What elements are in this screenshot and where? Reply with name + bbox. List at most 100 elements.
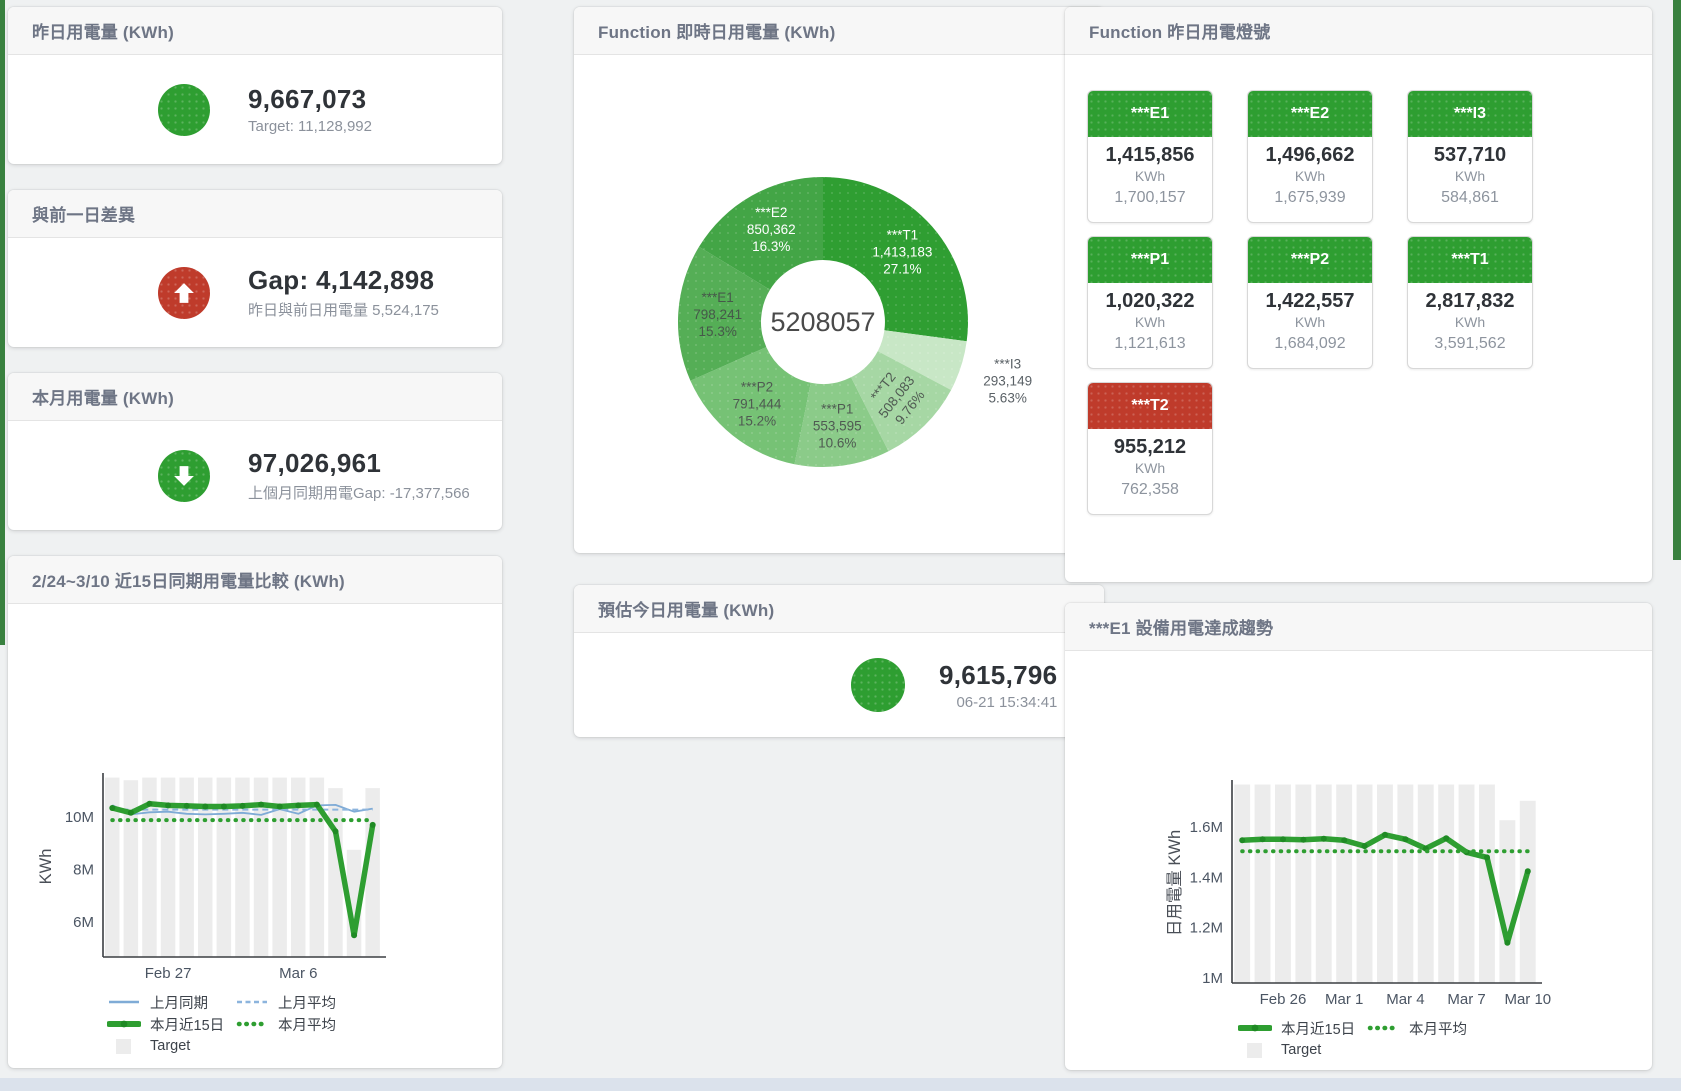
series-marker (1484, 854, 1490, 860)
target-bar (1255, 785, 1271, 984)
light-card-target: 762,358 (1088, 478, 1212, 501)
series-marker (1280, 836, 1286, 842)
kpi-row: Gap: 4,142,898 昨日與前日用電量 5,524,175 (8, 238, 502, 347)
kpi-value: 9,615,796 (939, 660, 1057, 691)
legend-label: Target (1281, 1042, 1321, 1058)
target-bar (1418, 785, 1434, 984)
donut-svg[interactable]: ***T11,413,18327.1%***I3293,1495.63%***T… (574, 55, 1104, 553)
legend-item[interactable]: 本月平均 (1366, 1018, 1494, 1039)
card-header: 昨日用電量 (KWh) (8, 7, 502, 55)
target-bar (1377, 785, 1393, 984)
card-title: 與前一日差異 (32, 201, 135, 226)
card-title: Function 昨日用電燈號 (1089, 18, 1270, 43)
legend-label: Target (150, 1038, 190, 1054)
y-tick-label: 10M (65, 809, 94, 826)
light-card-target: 1,675,939 (1248, 186, 1372, 209)
card-day-gap: 與前一日差異 Gap: 4,142,898 昨日與前日用電量 5,524,175 (8, 190, 502, 347)
light-card-name: ***T1 (1408, 237, 1532, 283)
x-tick-label: Mar 1 (1325, 991, 1363, 1008)
series-marker (184, 803, 190, 809)
y-tick-label: 1.4M (1190, 870, 1223, 887)
legend-label: 本月近15日 (150, 1014, 224, 1035)
light-card-p2: ***P2 1,422,557 KWh 1,684,092 (1247, 236, 1373, 369)
chart-svg[interactable]: 6M8M10MFeb 27Mar 6KWh (8, 770, 502, 991)
series-marker (370, 822, 376, 828)
legend-item[interactable]: 本月近15日 (107, 1014, 235, 1035)
series-marker (109, 805, 115, 811)
series-marker (165, 802, 171, 808)
light-card-unit: KWh (1088, 167, 1212, 186)
y-tick-label: 1.2M (1190, 920, 1223, 937)
light-card-name: ***I3 (1408, 91, 1532, 137)
card-e1-trend: ***E1 設備用電達成趨勢 1M1.2M1.4M1.6MFeb 26Mar 1… (1065, 603, 1652, 1070)
e1-trend-chart[interactable]: 1M1.2M1.4M1.6MFeb 26Mar 1Mar 4Mar 7Mar 1… (1065, 777, 1652, 1061)
card-header: Function 即時日用電量 (KWh) (574, 7, 1104, 55)
target-bar (105, 778, 120, 957)
legend-label: 上月平均 (278, 992, 336, 1013)
series-marker (314, 802, 320, 808)
series-marker (202, 804, 208, 810)
series-marker (128, 810, 134, 816)
y-tick-label: 6M (73, 914, 94, 931)
light-card-target: 3,591,562 (1408, 332, 1532, 355)
donut-center-value: 5208057 (770, 307, 875, 337)
x-tick-label: Mar 6 (279, 965, 317, 982)
light-card-target: 1,121,613 (1088, 332, 1212, 355)
card-header: 與前一日差異 (8, 190, 502, 238)
arrow-down-icon (158, 450, 210, 502)
bottom-strip (0, 1078, 1681, 1091)
legend-item[interactable]: Target (107, 1038, 235, 1054)
light-card-e1: ***E1 1,415,856 KWh 1,700,157 (1087, 90, 1213, 223)
target-bar (1275, 785, 1291, 984)
chart-svg[interactable]: 1M1.2M1.4M1.6MFeb 26Mar 1Mar 4Mar 7Mar 1… (1065, 777, 1652, 1017)
legend-item[interactable]: 本月平均 (235, 1014, 363, 1035)
light-card-t1: ***T1 2,817,832 KWh 3,591,562 (1407, 236, 1533, 369)
kpi-value: 97,026,961 (248, 448, 470, 479)
chart-legend: 本月近15日本月平均 Target (1065, 1017, 1652, 1061)
light-card-unit: KWh (1248, 313, 1372, 332)
card-header: Function 昨日用電燈號 (1065, 7, 1652, 55)
target-bar (1295, 785, 1311, 984)
kpi-subtitle: 上個月同期用電Gap: -17,377,566 (248, 482, 470, 503)
light-card-value: 1,496,662 (1248, 144, 1372, 167)
light-card-e2: ***E2 1,496,662 KWh 1,675,939 (1247, 90, 1373, 223)
card-title: 2/24~3/10 近15日同期用電量比較 (KWh) (32, 567, 345, 592)
compare-usage-chart[interactable]: 6M8M10MFeb 27Mar 6KWh上月同期 上月平均本月近15日本月平均 T… (8, 770, 502, 1057)
legend-label: 本月近15日 (1281, 1018, 1355, 1039)
card-header: 本月用電量 (KWh) (8, 373, 502, 421)
light-card-target: 1,700,157 (1088, 186, 1212, 209)
panel-status-lights: Function 昨日用電燈號 ***E1 1,415,856 KWh 1,70… (1065, 7, 1652, 582)
x-tick-label: Mar 4 (1386, 991, 1424, 1008)
series-marker (221, 804, 227, 810)
legend-item[interactable]: 上月平均 (235, 992, 363, 1013)
series-marker (1239, 837, 1245, 843)
target-bar (1336, 785, 1352, 984)
series-marker (1300, 837, 1306, 843)
legend-item[interactable]: 本月近15日 (1238, 1018, 1366, 1039)
legend-swatch-icon (107, 1038, 141, 1054)
legend-item[interactable]: Target (1238, 1042, 1366, 1058)
light-card-name: ***P1 (1088, 237, 1212, 283)
legend-item[interactable]: 上月同期 (107, 992, 235, 1013)
series-marker (351, 932, 357, 938)
light-card-value: 1,422,557 (1248, 290, 1372, 313)
kpi-subtitle: 昨日與前日用電量 5,524,175 (248, 299, 439, 320)
status-circle-icon (158, 84, 210, 136)
light-card-value: 1,020,322 (1088, 290, 1212, 313)
card-header: 2/24~3/10 近15日同期用電量比較 (KWh) (8, 556, 502, 604)
left-edge-strip (0, 0, 5, 645)
light-card-i3: ***I3 537,710 KWh 584,861 (1407, 90, 1533, 223)
series-marker (240, 803, 246, 809)
legend-swatch-icon (107, 995, 141, 1009)
series-marker (1504, 940, 1510, 946)
light-card-unit: KWh (1248, 167, 1372, 186)
light-card-p1: ***P1 1,020,322 KWh 1,121,613 (1087, 236, 1213, 369)
realtime-donut-chart[interactable]: ***T11,413,18327.1%***I3293,1495.63%***T… (574, 55, 1104, 553)
light-card-unit: KWh (1408, 167, 1532, 186)
series-marker (1321, 836, 1327, 842)
target-bar (1499, 820, 1515, 983)
series-marker (1443, 835, 1449, 841)
series-marker (1260, 836, 1266, 842)
legend-swatch-icon (235, 1017, 269, 1031)
light-card-unit: KWh (1408, 313, 1532, 332)
